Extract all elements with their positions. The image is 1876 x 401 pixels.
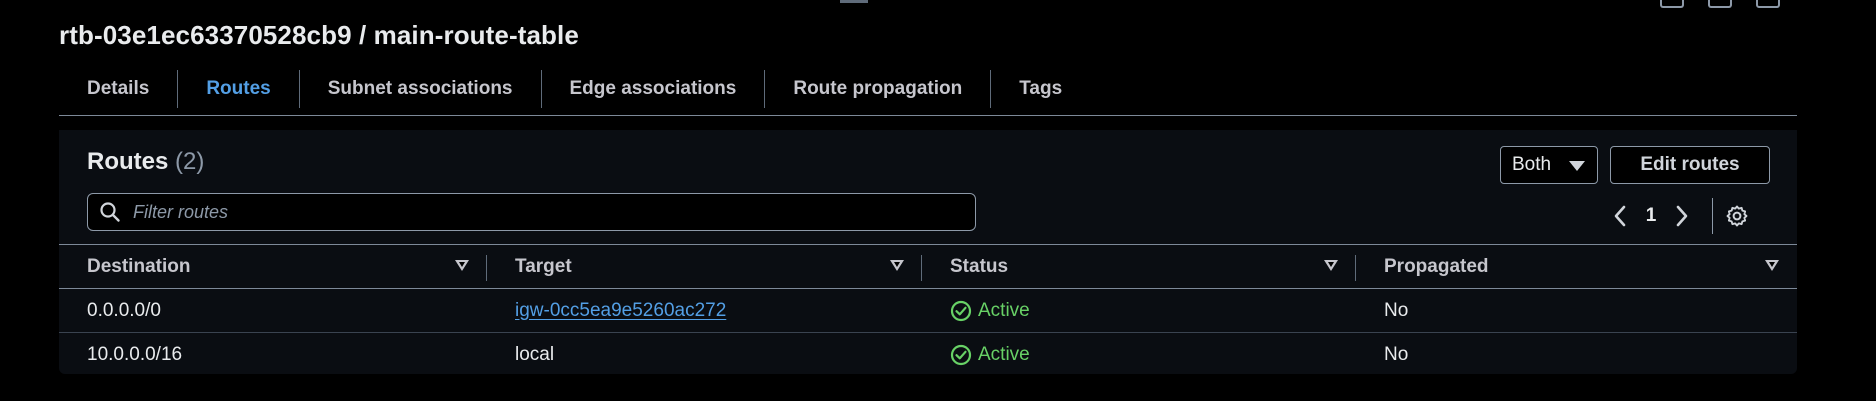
caret-down-icon — [1569, 161, 1585, 171]
destination-cell: 10.0.0.0/16 — [87, 343, 183, 365]
column-header-target[interactable]: Target — [487, 245, 922, 288]
routes-count: (2) — [175, 148, 205, 175]
top-toolbar-icons — [1660, 0, 1780, 8]
column-label: Status — [950, 255, 1009, 277]
sort-icon[interactable] — [455, 260, 469, 271]
route-type-select[interactable]: Both — [1500, 146, 1598, 184]
routes-title: Routes — [87, 148, 169, 175]
column-label: Destination — [87, 255, 191, 277]
tab-tags[interactable]: Tags — [991, 70, 1090, 108]
sort-icon[interactable] — [1324, 260, 1338, 271]
column-header-propagated[interactable]: Propagated — [1356, 245, 1797, 288]
tab-subnet-associations[interactable]: Subnet associations — [300, 70, 542, 108]
tab-route-propagation[interactable]: Route propagation — [765, 70, 992, 108]
status-cell: Active — [922, 300, 1356, 322]
page-title: rtb-03e1ec63370528cb9 / main-route-table — [59, 20, 579, 50]
status-indicator: Active — [950, 300, 1030, 322]
top-scroll-indicator — [840, 0, 868, 3]
status-text: Active — [978, 343, 1030, 365]
tab-bar: Details Routes Subnet associations Edge … — [59, 70, 1797, 116]
filter-routes-input[interactable] — [131, 200, 955, 224]
panel-icon[interactable] — [1756, 0, 1780, 8]
pagination: 1 — [1608, 198, 1749, 234]
column-header-status[interactable]: Status — [922, 245, 1356, 288]
panel-icon[interactable] — [1708, 0, 1732, 8]
propagated-cell: No — [1384, 343, 1409, 365]
edit-routes-button[interactable]: Edit routes — [1610, 146, 1770, 184]
tab-edge-associations[interactable]: Edge associations — [542, 70, 766, 108]
tab-details[interactable]: Details — [59, 70, 179, 108]
sort-icon[interactable] — [890, 260, 904, 271]
panel-icon[interactable] — [1660, 0, 1684, 8]
sort-icon[interactable] — [1765, 260, 1779, 271]
status-cell: Active — [922, 344, 1356, 366]
tab-routes[interactable]: Routes — [178, 70, 300, 108]
preferences-button[interactable] — [1725, 204, 1749, 228]
propagated-cell: No — [1384, 299, 1409, 321]
routes-table: Destination Target Status Propagated 0.0… — [59, 244, 1797, 376]
target-cell: igw-0cc5ea9e5260ac272 — [487, 300, 922, 322]
target-link[interactable]: igw-0cc5ea9e5260ac272 — [515, 300, 726, 322]
check-circle-icon — [950, 344, 972, 365]
next-page-button[interactable] — [1670, 204, 1694, 228]
column-label: Target — [515, 255, 572, 277]
filter-routes-field[interactable] — [87, 193, 976, 231]
chevron-left-icon — [1614, 205, 1626, 227]
pagination-divider — [1712, 198, 1713, 234]
destination-cell: 0.0.0.0/0 — [87, 299, 161, 321]
table-header: Destination Target Status Propagated — [59, 245, 1797, 289]
target-cell: local — [515, 343, 555, 365]
route-type-select-value: Both — [1512, 154, 1552, 175]
status-text: Active — [978, 299, 1030, 321]
column-label: Propagated — [1384, 255, 1489, 277]
page-number[interactable]: 1 — [1632, 205, 1670, 227]
chevron-right-icon — [1676, 205, 1688, 227]
column-header-destination[interactable]: Destination — [59, 245, 487, 288]
table-row: 10.0.0.0/16 local Active No — [59, 333, 1797, 376]
table-row: 0.0.0.0/0 igw-0cc5ea9e5260ac272 Active N… — [59, 289, 1797, 333]
check-circle-icon — [950, 300, 972, 321]
routes-heading: Routes (2) — [87, 148, 204, 176]
search-icon — [100, 202, 120, 222]
gear-icon — [1726, 205, 1748, 227]
previous-page-button[interactable] — [1608, 204, 1632, 228]
status-indicator: Active — [950, 344, 1030, 366]
